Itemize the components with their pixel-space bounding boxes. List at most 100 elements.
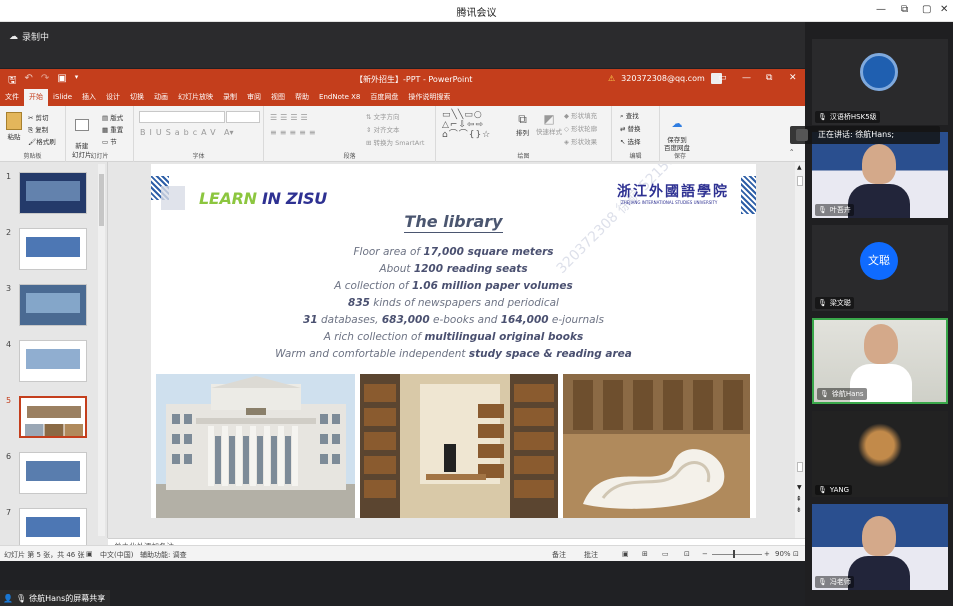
ppt-close-icon[interactable]: ✕ [789, 73, 797, 83]
ribbon-tab-2[interactable]: iSlide [48, 89, 77, 106]
participant-tile[interactable]: 🎙 汉语桥HSK5级 [812, 39, 948, 125]
font-color-icon[interactable]: A▾ [224, 128, 234, 137]
zoom-in-icon[interactable]: + [764, 550, 770, 558]
ribbon-tab-13[interactable]: 百度网盘 [365, 89, 403, 106]
quick-style-button[interactable]: ◩ 快速样式 [536, 112, 562, 136]
ribbon-tab-6[interactable]: 动画 [149, 89, 173, 106]
zoom-slider[interactable] [712, 554, 762, 555]
replace-button[interactable]: ⇄ 替换 [620, 123, 641, 133]
ribbon-tab-1[interactable]: 开始 [24, 89, 48, 106]
slide-thumbnail[interactable]: 4 [6, 340, 96, 386]
participant-tile[interactable]: 🎙 YANG [812, 411, 948, 497]
select-button[interactable]: ↖ 选择 [620, 136, 641, 146]
align-icons[interactable]: ≡≡≡≡≡ [270, 128, 319, 137]
ribbon-tab-12[interactable]: EndNote X8 [314, 89, 365, 106]
ppt-restore-icon[interactable]: ⧉ [766, 73, 772, 83]
font-family-select[interactable] [139, 111, 225, 123]
reset-button[interactable]: ▦ 重置 [102, 124, 123, 134]
notes-button[interactable]: 备注 [552, 550, 566, 560]
save-to-baidu-button[interactable]: ☁ 保存到 百度网盘 [664, 112, 690, 152]
slide-thumbnail[interactable]: 6 [6, 452, 96, 498]
normal-view-icon[interactable]: ▣ [622, 550, 629, 558]
scroll-up-icon[interactable]: ▲ [797, 164, 802, 171]
recording-indicator[interactable]: ☁ 录制中 [9, 30, 49, 44]
section-button[interactable]: ▭ 节 [102, 136, 117, 146]
ribbon-tab-4[interactable]: 设计 [101, 89, 125, 106]
layout-icon: ▤ [102, 114, 109, 122]
fact-highlight: 31 [303, 314, 318, 326]
slide-thumbnail[interactable]: 1 [6, 172, 96, 218]
ribbon-tab-8[interactable]: 录制 [218, 89, 242, 106]
ribbon-tab-10[interactable]: 视图 [266, 89, 290, 106]
ribbon-tab-3[interactable]: 插入 [77, 89, 101, 106]
zoom-slider-knob[interactable] [733, 550, 735, 558]
find-button[interactable]: ⌕ 查找 [620, 110, 639, 121]
customize-icon[interactable]: ▾ [75, 73, 79, 90]
list-icons[interactable]: ☰☰☰☰ [270, 113, 311, 122]
screen-share-label[interactable]: 👤 🎙 徐航Hans的屏幕共享 [0, 590, 110, 606]
current-slide[interactable]: 320372308 徐航 52158109 LEARN IN ZISU 浙江外國… [151, 164, 756, 518]
zoom-level[interactable]: 90% [775, 550, 791, 558]
accessibility-status[interactable]: 辅助功能: 调查 [140, 550, 187, 560]
next-slide-icon[interactable]: ⇟ [796, 506, 802, 514]
participant-tile[interactable]: 文聪 🎙 梁文聪 [812, 225, 948, 311]
slide-counter: 幻灯片 第 5 张，共 46 张 [4, 551, 85, 559]
pip-icon[interactable]: ⧉ [901, 4, 908, 15]
language[interactable]: 中文(中国) [100, 550, 133, 560]
ribbon-tab-11[interactable]: 帮助 [290, 89, 314, 106]
fact-highlight: 1200 reading seats [413, 263, 528, 275]
copy-button[interactable]: ⎘ 复制 [28, 124, 48, 135]
paste-button[interactable]: 粘贴 [6, 112, 22, 141]
shape-fill-button[interactable]: ◆ 形状填充 [564, 110, 597, 120]
zoom-out-icon[interactable]: − [702, 550, 708, 558]
scroll-down-icon[interactable]: ▼ [797, 484, 802, 491]
maximize-icon[interactable]: ▢ [922, 4, 931, 15]
font-format-buttons[interactable]: BIUSabcAV [140, 128, 220, 137]
shape-effect-button[interactable]: ◈ 形状效果 [564, 136, 597, 146]
slide-thumbnail[interactable]: 2 [6, 228, 96, 274]
fit-slide-icon[interactable]: ⊡ [793, 550, 799, 558]
slide-thumbnail[interactable]: 3 [6, 284, 96, 330]
ribbon-tab-9[interactable]: 审阅 [242, 89, 266, 106]
slideshow-view-icon[interactable]: ⊡ [684, 550, 690, 558]
redo-icon[interactable]: ↷ [41, 73, 49, 90]
participant-tile[interactable]: 🎙 叶吾卉 [812, 132, 948, 218]
prev-slide-icon[interactable]: ⇞ [796, 495, 802, 503]
save-icon[interactable]: 🖫 [8, 73, 17, 90]
smartart-button[interactable]: ⊞ 转换为 SmartArt [366, 137, 424, 147]
scroll-thumb[interactable] [797, 176, 803, 186]
participant-tile[interactable]: 🎙 徐航Hans [812, 318, 948, 404]
scroll-thumb-lower[interactable] [797, 462, 803, 472]
close-icon[interactable]: ✕ [940, 4, 948, 15]
participant-tile[interactable]: 🎙 冯老师 [812, 504, 948, 590]
comments-button[interactable]: 批注 [584, 550, 598, 560]
shape-outline-button[interactable]: ◇ 形状轮廓 [564, 123, 597, 133]
format-painter-button[interactable]: 🖌格式刷 [28, 136, 56, 146]
thumbnail-scroll-knob[interactable] [99, 174, 104, 226]
reading-view-icon[interactable]: ▭ [662, 550, 669, 558]
minimize-icon[interactable]: — [876, 4, 886, 15]
ribbon-tab-5[interactable]: 切换 [125, 89, 149, 106]
slide-thumbnail[interactable]: 5 [6, 396, 96, 442]
undo-icon[interactable]: ↶ [25, 73, 33, 90]
align-text-button[interactable]: ⇕ 对齐文本 [366, 124, 400, 134]
ppt-minimize-icon[interactable]: — [742, 73, 751, 83]
font-size-select[interactable] [226, 111, 260, 123]
ribbon-display-icon[interactable]: ▭ [718, 73, 727, 83]
arrange-button[interactable]: ⧉ 排列 [516, 112, 529, 137]
ribbon-tab-7[interactable]: 幻灯片放映 [173, 89, 218, 106]
editor-scrollbar[interactable]: ▲ ▼ ⇞ ⇟ [795, 162, 805, 538]
spell-check-icon[interactable]: ▣ [86, 550, 93, 558]
ribbon-tab-14[interactable]: 操作说明搜索 [403, 89, 455, 106]
text-direction-button[interactable]: ⇅ 文字方向 [366, 111, 400, 121]
sorter-view-icon[interactable]: ⊞ [642, 550, 648, 558]
layout-button[interactable]: ▤ 版式 [102, 112, 123, 122]
section-label: 节 [110, 138, 117, 146]
thumbnail-scrollbar[interactable] [98, 164, 105, 536]
shapes-gallery[interactable]: ▭╲╲▭○ △⌐⇩⇦⇨ ⌂⌒⌒{}☆ [442, 110, 491, 140]
cut-button[interactable]: ✂ 剪切 [28, 112, 49, 122]
ribbon-tab-0[interactable]: 文件 [0, 89, 24, 106]
account-email[interactable]: 320372308@qq.com [621, 74, 705, 83]
collapse-ribbon-icon[interactable]: ⌃ [789, 148, 794, 156]
present-icon[interactable]: ▣ [57, 73, 66, 90]
